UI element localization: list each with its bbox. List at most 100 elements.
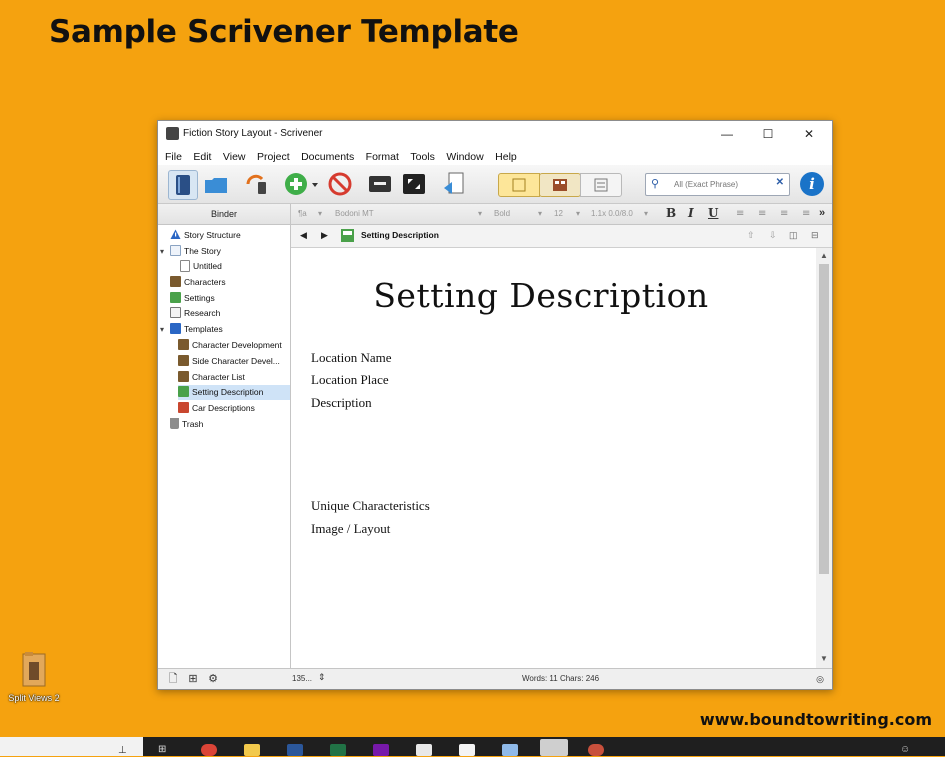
document-app-icon[interactable]: [459, 744, 475, 756]
chevron-down-icon[interactable]: ▾: [160, 247, 164, 256]
menu-documents[interactable]: Documents: [301, 148, 354, 163]
scrivener-window: Fiction Story Layout - Scrivener — ☐ ✕ F…: [157, 120, 833, 690]
onenote-icon[interactable]: [373, 744, 389, 756]
binder-item-label: Templates: [184, 324, 223, 334]
menu-project[interactable]: Project: [257, 148, 290, 163]
underline-button[interactable]: U: [708, 206, 718, 220]
chrome-icon[interactable]: [201, 744, 217, 756]
people-icon[interactable]: ☺: [900, 744, 916, 756]
file-explorer-icon[interactable]: [244, 744, 260, 756]
notes-app-icon[interactable]: [502, 744, 518, 756]
search-input[interactable]: [672, 176, 776, 193]
clear-search-icon[interactable]: ✕: [776, 177, 784, 188]
close-button[interactable]: ✕: [796, 125, 822, 143]
bold-button[interactable]: B: [666, 206, 676, 220]
menu-format[interactable]: Format: [366, 148, 399, 163]
collections-button[interactable]: [202, 170, 230, 198]
add-folder-icon[interactable]: ⊞: [186, 672, 200, 686]
binder-toggle-button[interactable]: [168, 170, 198, 200]
word-icon[interactable]: [287, 744, 303, 756]
back-arrow-icon[interactable]: ◀: [300, 230, 307, 241]
menu-edit[interactable]: Edit: [193, 148, 211, 163]
doc-line-image-layout: Image / Layout: [311, 521, 391, 536]
document-type-icon[interactable]: [341, 229, 354, 244]
info-icon: i: [800, 172, 824, 196]
target-icon[interactable]: ◎: [813, 672, 827, 686]
font-size-select[interactable]: 12: [554, 207, 574, 221]
scroll-up-icon[interactable]: ▲: [820, 251, 828, 260]
compile-button[interactable]: [440, 170, 468, 198]
gear-icon[interactable]: ⚙: [206, 672, 220, 686]
task-view-icon[interactable]: ⊞: [158, 744, 174, 756]
line-spacing-select[interactable]: 1.1x 0.0/8.0: [591, 207, 651, 221]
font-family-select[interactable]: Bodoni MT: [335, 207, 485, 221]
box-app-icon[interactable]: [416, 744, 432, 756]
align-right-icon[interactable]: ≡: [802, 208, 810, 219]
search-field[interactable]: ⚲ ✕: [645, 173, 790, 196]
binder-item-characters[interactable]: Characters: [170, 275, 226, 290]
editor-text-area[interactable]: Setting Description Location Name Locati…: [291, 248, 816, 668]
delete-button[interactable]: [326, 170, 354, 198]
page-heading: Sample Scrivener Template: [49, 14, 519, 50]
align-left-icon[interactable]: ≡: [736, 208, 744, 219]
align-justify-icon[interactable]: ≡: [780, 208, 788, 219]
sync-button[interactable]: [242, 170, 270, 198]
binder-item-side-character[interactable]: Side Character Devel...: [178, 354, 280, 369]
editor-scrollbar[interactable]: ▲ ▼: [816, 248, 832, 668]
inspector-button[interactable]: i: [798, 170, 826, 198]
view-mode-scrivenings[interactable]: [498, 173, 540, 197]
folder-icon: [21, 650, 47, 690]
align-center-icon[interactable]: ≡: [758, 208, 766, 219]
font-weight-select[interactable]: Bold: [494, 207, 544, 221]
keywords-button[interactable]: [366, 170, 394, 198]
forward-arrow-icon[interactable]: ▶: [321, 230, 328, 241]
down-arrow-icon[interactable]: ⇩: [769, 230, 777, 241]
plus-circle-icon: [285, 173, 307, 195]
binder-item-label: Research: [184, 308, 221, 318]
add-document-icon[interactable]: 🗋: [166, 672, 180, 686]
zoom-stepper-icon[interactable]: ⇕: [318, 672, 326, 683]
binder-item-character-list[interactable]: Character List: [178, 370, 245, 385]
binder-item-trash[interactable]: Trash: [170, 417, 203, 432]
minimize-button[interactable]: —: [714, 125, 740, 143]
view-mode-corkboard[interactable]: [539, 173, 581, 197]
menu-tools[interactable]: Tools: [410, 148, 435, 163]
up-arrow-icon[interactable]: ⇧: [747, 230, 755, 241]
microphone-icon[interactable]: ⊥: [118, 745, 128, 757]
binder-item-the-story[interactable]: The Story: [170, 244, 221, 259]
add-dropdown[interactable]: [310, 170, 320, 198]
desktop-shortcut-split-views[interactable]: Split Views 2: [4, 650, 64, 703]
split-view-icon[interactable]: ◫: [789, 230, 798, 241]
chevron-down-icon[interactable]: ▾: [160, 325, 164, 334]
binder-item-templates[interactable]: Templates: [170, 322, 223, 337]
menu-window[interactable]: Window: [446, 148, 483, 163]
paragraph-style-select[interactable]: ¶a: [298, 207, 307, 221]
scrivener-taskbar-icon[interactable]: [540, 739, 568, 756]
binder-item-character-development[interactable]: Character Development: [178, 338, 282, 353]
more-formatting-button[interactable]: »: [819, 207, 825, 219]
add-button[interactable]: [282, 170, 310, 198]
format-bar: Binder ¶a ▾ Bodoni MT ▾ Bold ▾ 12 ▾ 1.1x…: [158, 204, 832, 225]
maximize-button[interactable]: ☐: [755, 125, 781, 143]
menu-help[interactable]: Help: [495, 148, 517, 163]
italic-button[interactable]: I: [688, 206, 694, 220]
view-mode-outliner[interactable]: [580, 173, 622, 197]
split-horizontal-icon[interactable]: ⊟: [811, 230, 819, 241]
binder-item-untitled[interactable]: Untitled: [180, 259, 222, 274]
binder-item-car-descriptions[interactable]: Car Descriptions: [178, 401, 255, 416]
templates-folder-icon: [170, 323, 181, 335]
binder-item-story-structure[interactable]: Story Structure: [170, 228, 241, 243]
binder-item-setting-description[interactable]: Setting Description: [178, 385, 290, 400]
scroll-down-icon[interactable]: ▼: [820, 654, 828, 663]
paint-app-icon[interactable]: [588, 744, 604, 756]
scroll-thumb[interactable]: [819, 264, 829, 574]
binder-item-research[interactable]: Research: [170, 306, 220, 321]
excel-icon[interactable]: [330, 744, 346, 756]
chevron-down-icon: ▾: [478, 209, 483, 218]
menu-view[interactable]: View: [223, 148, 246, 163]
composition-mode-button[interactable]: [400, 170, 428, 198]
menu-file[interactable]: File: [165, 148, 182, 163]
binder-item-settings[interactable]: Settings: [170, 291, 215, 306]
zoom-level[interactable]: 135...: [292, 674, 312, 683]
research-folder-icon: [170, 307, 181, 319]
